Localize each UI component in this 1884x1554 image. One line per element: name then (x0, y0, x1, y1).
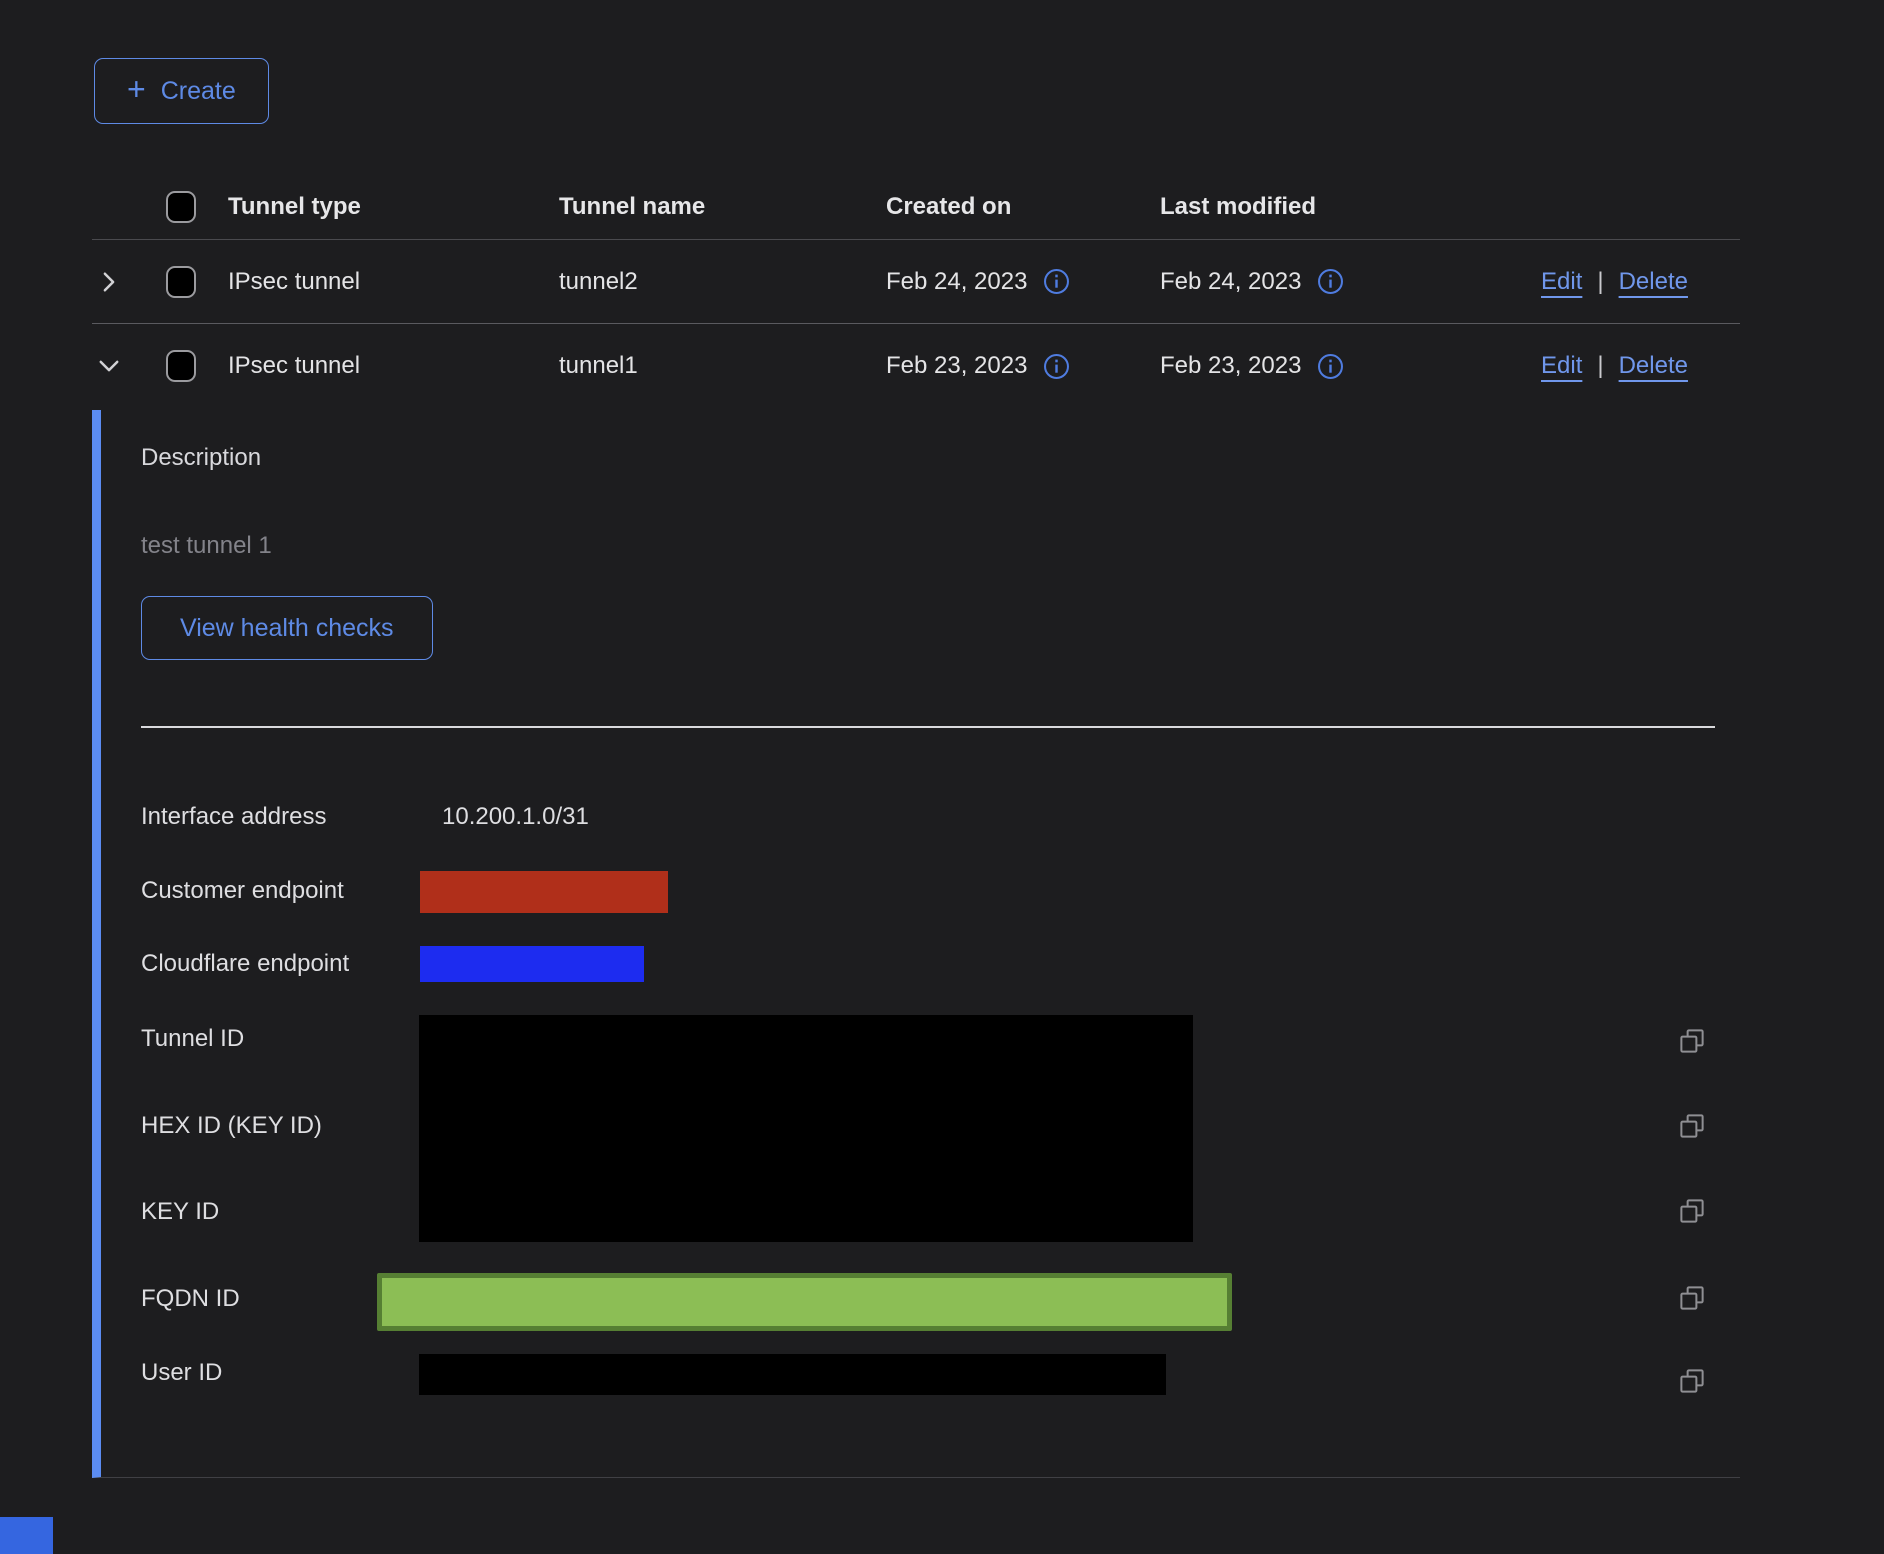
header-created-on: Created on (886, 193, 1160, 221)
last-modified-value: Feb 23, 2023 (1160, 352, 1301, 380)
action-separator: | (1597, 352, 1603, 380)
user-id-label: User ID (141, 1359, 222, 1387)
edit-link[interactable]: Edit (1541, 268, 1582, 296)
tunnel-detail-panel: Description test tunnel 1 View health ch… (92, 410, 1740, 1478)
tunnel-type-cell: IPsec tunnel (228, 352, 559, 380)
table-row: IPsec tunnel tunnel1 Feb 23, 2023 Feb 23… (92, 324, 1740, 408)
info-icon[interactable] (1043, 268, 1070, 295)
edit-link[interactable]: Edit (1541, 352, 1582, 380)
copy-icon[interactable] (1674, 1364, 1710, 1400)
delete-link[interactable]: Delete (1619, 268, 1688, 296)
customer-endpoint-label: Customer endpoint (141, 877, 344, 905)
chevron-right-icon[interactable] (98, 271, 120, 293)
plus-icon: + (127, 73, 146, 105)
created-on-value: Feb 24, 2023 (886, 268, 1027, 296)
chevron-down-icon[interactable] (98, 355, 120, 377)
copy-icon[interactable] (1674, 1024, 1710, 1060)
row-checkbox[interactable] (166, 266, 196, 298)
tunnel-type-cell: IPsec tunnel (228, 268, 559, 296)
table-header-row: Tunnel type Tunnel name Created on Last … (92, 174, 1740, 240)
customer-endpoint-redacted-value (420, 871, 668, 913)
header-tunnel-type: Tunnel type (228, 193, 559, 221)
description-value: test tunnel 1 (141, 532, 272, 560)
tunnel-name-cell: tunnel2 (559, 268, 886, 296)
table-row: IPsec tunnel tunnel2 Feb 24, 2023 Feb 24… (92, 240, 1740, 324)
header-last-modified: Last modified (1160, 193, 1541, 221)
header-tunnel-name: Tunnel name (559, 193, 886, 221)
ids-redacted-value (419, 1015, 1193, 1242)
copy-icon[interactable] (1674, 1281, 1710, 1317)
create-button[interactable]: + Create (94, 58, 269, 124)
create-button-label: Create (161, 77, 236, 106)
fqdn-id-redacted-value (377, 1273, 1232, 1331)
key-id-label: KEY ID (141, 1198, 219, 1226)
interface-address-label: Interface address (141, 803, 326, 831)
corner-redaction-block (0, 1517, 53, 1554)
hex-id-label: HEX ID (KEY ID) (141, 1112, 322, 1140)
copy-icon[interactable] (1674, 1109, 1710, 1145)
last-modified-value: Feb 24, 2023 (1160, 268, 1301, 296)
tunnels-table: Tunnel type Tunnel name Created on Last … (92, 174, 1740, 408)
tunnel-id-label: Tunnel ID (141, 1025, 244, 1053)
created-on-value: Feb 23, 2023 (886, 352, 1027, 380)
fqdn-id-label: FQDN ID (141, 1285, 240, 1313)
view-health-checks-button[interactable]: View health checks (141, 596, 433, 660)
row-checkbox[interactable] (166, 350, 196, 382)
description-label: Description (141, 444, 261, 472)
info-icon[interactable] (1317, 353, 1344, 380)
cloudflare-endpoint-label: Cloudflare endpoint (141, 950, 349, 978)
user-id-redacted-value (419, 1354, 1166, 1395)
delete-link[interactable]: Delete (1619, 352, 1688, 380)
interface-address-value: 10.200.1.0/31 (442, 803, 589, 831)
info-icon[interactable] (1043, 353, 1070, 380)
select-all-checkbox[interactable] (166, 191, 196, 223)
tunnel-name-cell: tunnel1 (559, 352, 886, 380)
copy-icon[interactable] (1674, 1194, 1710, 1230)
cloudflare-endpoint-redacted-value (420, 946, 644, 982)
info-icon[interactable] (1317, 268, 1344, 295)
section-divider (141, 726, 1715, 728)
action-separator: | (1597, 268, 1603, 296)
